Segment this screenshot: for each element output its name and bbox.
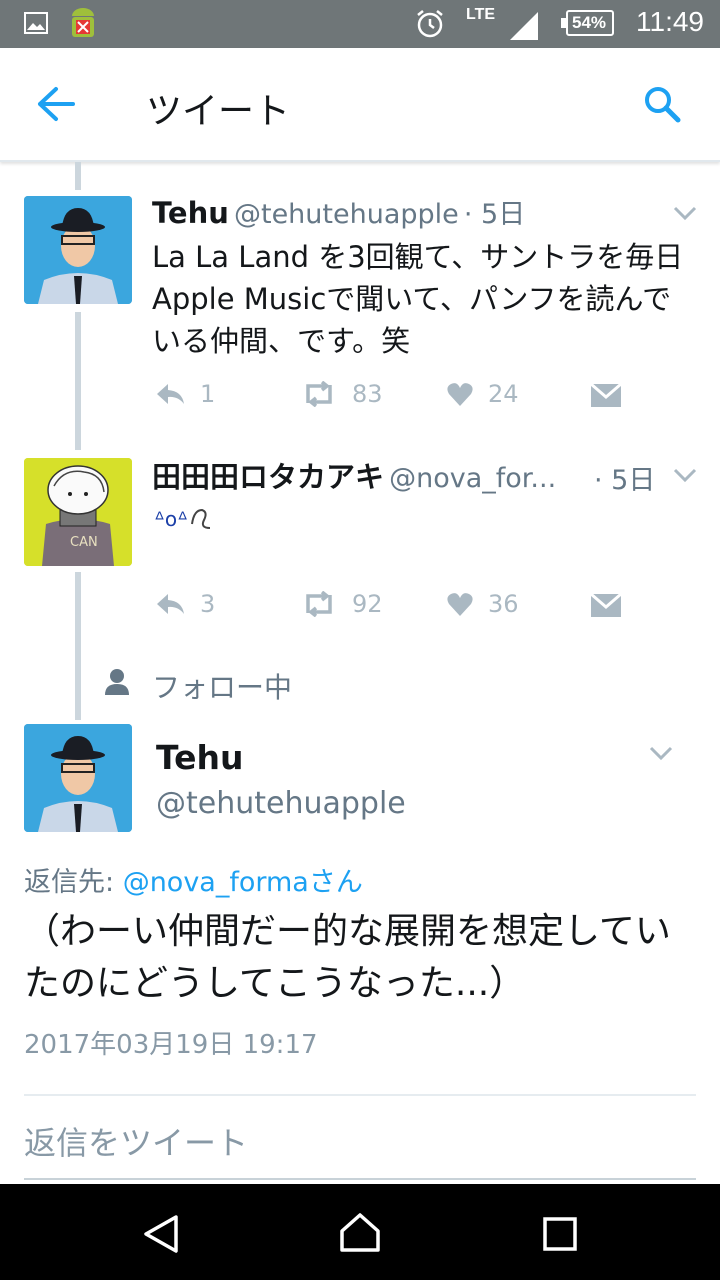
person-icon (105, 669, 129, 695)
tweet-time: · 5日 (463, 199, 526, 230)
main-tweet-text: （わーい仲間だー的な展開を想定していたのにどうしてこうなった...） (24, 911, 671, 1004)
reply-count: 3 (200, 590, 216, 618)
avatar[interactable]: CAN (24, 458, 132, 566)
reply-to-line: 返信先: @nova_formaさん (24, 860, 363, 899)
direct-message-icon[interactable] (590, 592, 622, 618)
network-type: LTE (466, 6, 496, 23)
retweet-count: 92 (352, 590, 383, 618)
user-name[interactable]: Tehu (156, 738, 244, 777)
recents-icon[interactable] (542, 1216, 578, 1252)
reply-button[interactable]: 1 (154, 380, 215, 408)
like-button[interactable]: 36 (446, 590, 519, 618)
home-icon[interactable] (338, 1212, 382, 1254)
heart-icon (447, 593, 473, 616)
retweet-button[interactable]: 83 (300, 380, 383, 408)
image-icon (24, 12, 48, 34)
reply-to-suffix: さん (308, 867, 363, 898)
search-icon[interactable] (642, 84, 682, 124)
chevron-down-icon[interactable] (672, 466, 698, 484)
back-button[interactable] (36, 86, 76, 122)
reply-to-prefix: 返信先: (24, 867, 123, 898)
avatar[interactable] (24, 196, 132, 304)
tweet-timestamp: 2017年03月19日 19:17 (24, 1030, 318, 1060)
reply-icon (157, 384, 184, 404)
svg-text:ᐞoᐞ: ᐞoᐞ (154, 507, 188, 531)
reply-compose-box[interactable]: 返信をツイート (24, 1094, 696, 1180)
tweet-time: · 5日 (594, 465, 656, 496)
retweet-icon (306, 591, 332, 617)
navigation-bar (0, 1184, 720, 1280)
chevron-down-icon[interactable] (648, 744, 674, 762)
user-name[interactable]: Tehu (152, 196, 229, 230)
status-bar: LTE 54% 11:49 (0, 0, 720, 48)
avatar[interactable] (24, 724, 132, 832)
like-button[interactable]: 24 (446, 380, 519, 408)
direct-message-icon[interactable] (590, 382, 622, 408)
avatar-image (24, 724, 132, 832)
thread-line (75, 572, 81, 720)
like-count: 24 (488, 380, 519, 408)
tweet-text: La La Land を3回観て、サントラを毎日Apple Musicで聞いて、… (152, 240, 684, 358)
signal-icon (510, 12, 538, 40)
like-count: 36 (488, 590, 519, 618)
reply-to-user[interactable]: @nova_forma (123, 867, 309, 898)
retweet-icon (306, 381, 332, 407)
avatar-image: CAN (24, 458, 132, 566)
following-label: フォロー中 (152, 671, 293, 704)
app-bar: ツイート (0, 48, 720, 162)
heart-icon (447, 383, 473, 406)
android-debug-icon (72, 8, 94, 37)
user-handle[interactable]: @nova_for... (389, 463, 556, 494)
reply-button[interactable]: 3 (154, 590, 215, 618)
user-handle[interactable]: @tehutehuapple (234, 199, 459, 230)
thread-line (75, 162, 81, 190)
retweet-button[interactable]: 92 (300, 590, 383, 618)
reply-count: 1 (200, 380, 216, 408)
alarm-icon (417, 10, 443, 38)
battery-icon: 54% (561, 10, 614, 36)
user-name[interactable]: 田田田ロタカアキ (152, 460, 384, 494)
sweat-emoji-icon: ᐞoᐞ (154, 507, 211, 531)
retweet-count: 83 (352, 380, 383, 408)
user-handle[interactable]: @tehutehuapple (156, 786, 406, 821)
reply-placeholder[interactable]: 返信をツイート (24, 1118, 248, 1164)
avatar-image (24, 196, 132, 304)
page-title: ツイート (146, 91, 291, 132)
thread-line (75, 312, 81, 450)
clock: 11:49 (636, 6, 704, 37)
back-triangle-icon[interactable] (142, 1214, 180, 1254)
chevron-down-icon[interactable] (672, 204, 698, 222)
battery-level: 54% (572, 13, 607, 32)
tweet-header: Tehu @tehutehuapple · 5日 (152, 192, 525, 231)
tweet-header: 田田田ロタカアキ @nova_for... (152, 454, 572, 496)
svg-text:CAN: CAN (70, 535, 98, 550)
reply-icon (157, 594, 184, 614)
